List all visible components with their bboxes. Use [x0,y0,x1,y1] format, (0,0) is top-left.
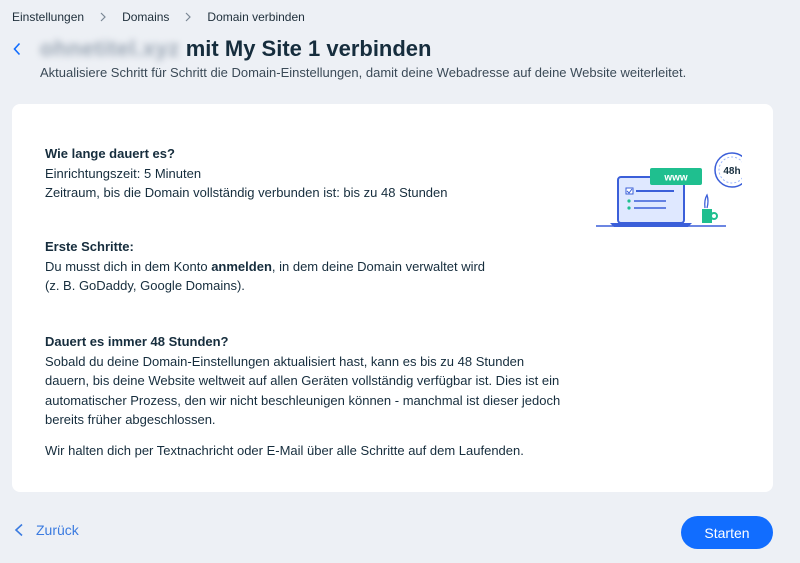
always-48-line: bereits früher abgeschlossen. [45,412,216,427]
first-steps-heading: Erste Schritte: [45,239,134,254]
duration-heading: Wie lange dauert es? [45,146,175,161]
back-chevron-button[interactable] [10,40,24,58]
breadcrumb-item-domains[interactable]: Domains [122,10,169,24]
clock-label: 48h [723,166,740,177]
laptop-www-clock-illustration: www 48h [596,152,742,227]
chevron-right-icon [84,12,122,22]
always-48-line: automatischer Prozess, den wir nicht bes… [45,392,561,408]
breadcrumb-item-einstellungen[interactable]: Einstellungen [12,10,84,24]
chevron-left-icon [13,42,21,56]
duration-setup-time: Einrichtungszeit: 5 Minuten [45,165,202,181]
always-48-section: Dauert es immer 48 Stunden? Sobald du de… [45,332,560,430]
duration-section: Wie lange dauert es? Einrichtungszeit: 5… [45,144,448,203]
page-subtitle: Aktualisiere Schritt für Schritt die Dom… [40,65,687,80]
always-48-heading: Dauert es immer 48 Stunden? [45,334,229,349]
first-steps-text-part: , in dem deine Domain verwaltet wird [271,258,486,274]
first-steps-section: Erste Schritte: Du musst dich in dem Kon… [45,237,485,296]
first-steps-bold: anmelden [211,258,272,274]
chevron-right-icon [169,12,207,22]
back-button[interactable]: Zurück [14,522,79,538]
always-48-line: Sobald du deine Domain-Einstellungen akt… [45,353,525,369]
notification-notice: Wir halten dich per Textnachricht oder E… [45,443,524,458]
breadcrumb-item-domain-verbinden: Domain verbinden [207,10,305,24]
always-48-line: dauern, bis deine Website weltweit auf a… [45,373,560,388]
page-title: ohnetitel.xyz mit My Site 1 verbinden [40,35,431,63]
start-button[interactable]: Starten [681,516,773,549]
first-steps-text-part: Du musst dich in dem Konto [45,258,212,274]
domain-name: ohnetitel.xyz [40,36,180,61]
back-button-label: Zurück [36,522,79,538]
breadcrumb: Einstellungen Domains Domain verbinden [12,10,305,24]
info-card: Wie lange dauert es? Einrichtungszeit: 5… [12,104,773,492]
duration-connect-time: Zeitraum, bis die Domain vollständig ver… [45,185,448,200]
www-label: www [663,173,688,184]
first-steps-text: Du musst dich in dem Konto anmelden, in … [45,257,485,277]
first-steps-example: (z. B. GoDaddy, Google Domains). [45,278,245,293]
chevron-left-icon [14,523,23,537]
page-title-text: mit My Site 1 verbinden [185,36,432,61]
